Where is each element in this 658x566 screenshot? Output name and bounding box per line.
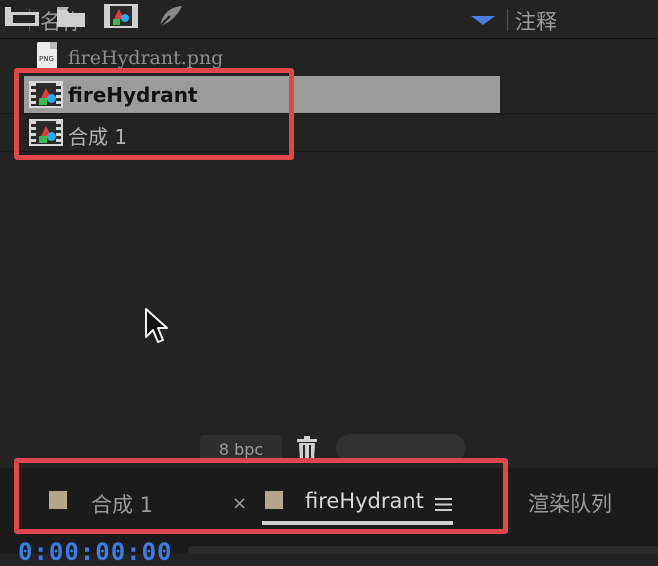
tab-firehydrant[interactable]: fireHydrant (305, 489, 424, 513)
png-file-icon: PNG (37, 42, 57, 69)
new-composition-icon[interactable] (104, 4, 138, 28)
timeline-search-bar[interactable] (188, 546, 658, 554)
interpret-footage-icon[interactable] (4, 4, 40, 28)
project-item-firehydrant-comp[interactable]: fireHydrant (0, 76, 658, 114)
project-toolbar (0, 432, 658, 464)
tab-comp-1[interactable]: 合成 1 (91, 489, 153, 519)
flowchart-icon[interactable] (156, 4, 184, 28)
tab-render-queue[interactable]: 渲染队列 (528, 488, 612, 518)
active-tab-indicator (262, 521, 453, 525)
project-item-label: fireHydrant (68, 83, 198, 107)
timecode-display[interactable]: 0:00:00:00 (18, 538, 173, 566)
column-divider (507, 9, 508, 31)
mouse-cursor-icon (145, 308, 168, 343)
composition-icon (29, 81, 63, 108)
trash-icon[interactable] (296, 436, 318, 462)
sort-arrow-icon[interactable] (471, 16, 495, 25)
column-header-comment[interactable]: 注释 (515, 6, 557, 36)
new-folder-icon[interactable] (56, 4, 86, 28)
tab-close-icon[interactable]: × (232, 493, 247, 514)
label-color-swatch (49, 491, 67, 509)
panel-menu-icon[interactable] (435, 498, 452, 511)
project-item-label: fireHydrant.png (68, 47, 224, 69)
project-bit-depth-button[interactable]: 8 bpc (200, 435, 282, 463)
thumbnail-size-slider[interactable] (336, 434, 466, 462)
project-item-png[interactable]: PNG fireHydrant.png (0, 39, 658, 77)
project-item-comp-1[interactable]: 合成 1 (0, 114, 658, 152)
label-color-swatch (265, 491, 283, 509)
composition-icon (29, 119, 63, 146)
project-panel-header: 名称 注释 (0, 0, 658, 39)
project-item-label: 合成 1 (68, 125, 128, 149)
